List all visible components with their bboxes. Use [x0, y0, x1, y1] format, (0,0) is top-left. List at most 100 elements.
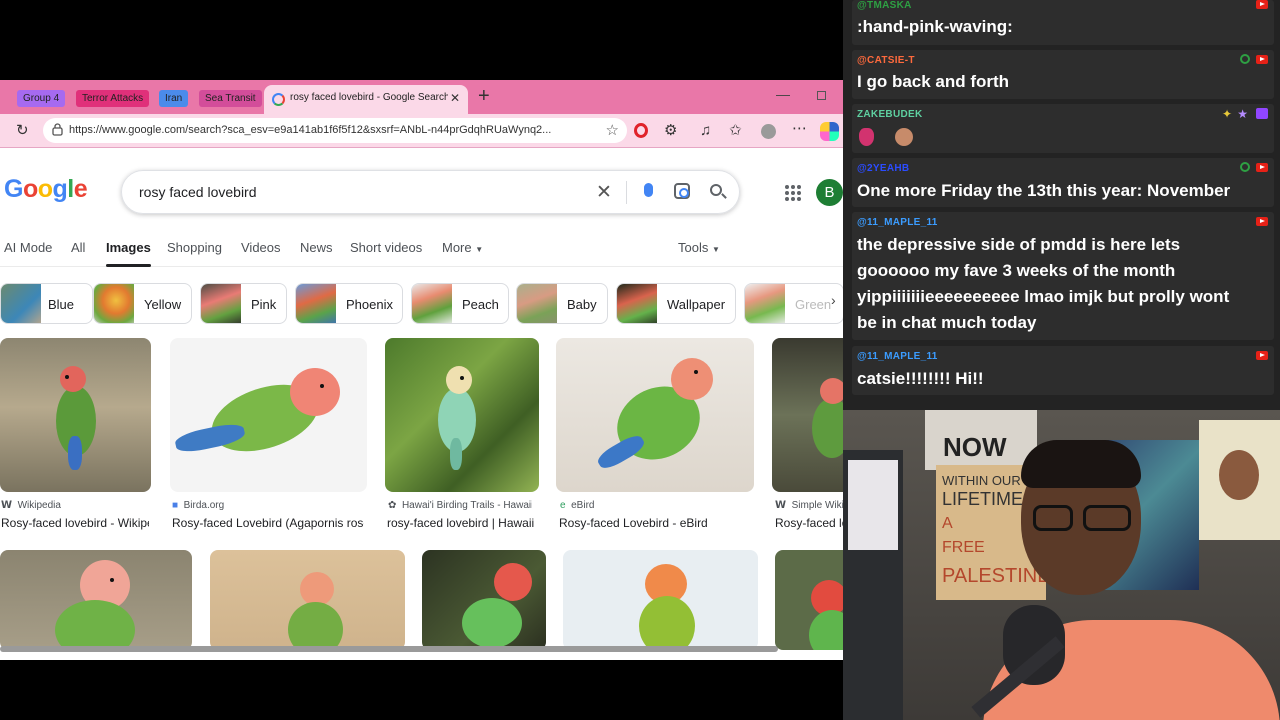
chip-pink[interactable]: Pink — [200, 283, 287, 324]
extensions-icon[interactable]: ⚙ — [664, 122, 677, 140]
chat-text-line: be in chat much today — [857, 313, 1037, 332]
close-tab-icon[interactable]: ✕ — [450, 91, 460, 105]
tab-group-1[interactable]: Group 4 — [17, 90, 66, 107]
recycle-icon — [1240, 54, 1250, 64]
tab-more[interactable]: More ▼ — [442, 240, 483, 255]
tab-images[interactable]: Images — [106, 240, 151, 267]
more-caret-icon: ▼ — [475, 245, 484, 254]
tools-button[interactable]: Tools ▼ — [678, 240, 720, 255]
copilot-icon[interactable] — [820, 122, 839, 141]
tab-short-videos[interactable]: Short videos — [350, 240, 422, 255]
person-hair — [1021, 440, 1141, 488]
result-image-5[interactable] — [772, 338, 843, 492]
chip-wallpaper[interactable]: Wallpaper — [616, 283, 736, 324]
favorites-icon[interactable]: ✩ — [729, 122, 742, 140]
account-avatar[interactable]: B — [816, 179, 843, 206]
tab-ai-mode[interactable]: AI Mode — [4, 240, 52, 255]
live-chat-overlay: @TMASKA :hand-pink-waving: @CATSIE-T I g… — [843, 0, 1280, 410]
result-caption-2[interactable]: Rosy-faced Lovebird (Agapornis roseicoll… — [172, 516, 364, 530]
chip-green[interactable]: Green — [744, 283, 843, 324]
result-image-7[interactable] — [210, 550, 405, 650]
bookmark-star-icon[interactable]: ☆ — [606, 121, 619, 139]
media-icon[interactable]: ♫ — [700, 122, 711, 140]
chat-text-line: yippiiiiiiieeeeeeeeee lmao imjk but prol… — [857, 287, 1230, 306]
chips-next-icon[interactable]: › — [831, 292, 836, 308]
tab-group-3[interactable]: Iran — [159, 90, 189, 107]
tab-shopping[interactable]: Shopping — [167, 240, 222, 255]
active-tab[interactable]: rosy faced lovebird - Google Search ✕ — [264, 85, 468, 114]
result-image-10[interactable] — [775, 550, 843, 650]
youtube-icon — [1256, 217, 1268, 226]
chat-text: I go back and forth — [857, 72, 1010, 91]
tab-group-4[interactable]: Sea Transit — [199, 90, 262, 107]
google-apps-icon[interactable] — [785, 185, 801, 201]
chat-message: @CATSIE-T I go back and forth — [852, 50, 1274, 99]
result-source-2[interactable]: ■ Birda.org — [172, 500, 367, 511]
tab-more-label: More — [442, 240, 472, 255]
chat-message: @11_MAPLE_11 the depressive side of pmdd… — [852, 212, 1274, 340]
result-image-8[interactable] — [422, 550, 546, 650]
poster: NOW — [925, 410, 1037, 470]
result-image-6[interactable] — [0, 550, 192, 650]
search-icon[interactable] — [710, 184, 722, 196]
google-results-page: Google rosy faced lovebird ✕ B AI Mode A… — [0, 148, 843, 660]
minimize-icon[interactable]: — — [776, 86, 790, 102]
voice-search-icon[interactable] — [644, 183, 653, 197]
result-caption-5[interactable]: Rosy-faced lovebird — [775, 516, 843, 530]
tab-videos[interactable]: Videos — [241, 240, 281, 255]
result-image-9[interactable] — [563, 550, 758, 650]
chip-yellow[interactable]: Yellow — [93, 283, 192, 324]
result-image-3[interactable] — [385, 338, 539, 492]
tab-group-2[interactable]: Terror Attacks — [76, 90, 150, 107]
comic-poster — [1199, 420, 1280, 540]
sign-line: WITHIN OUR — [942, 473, 1021, 488]
reload-icon[interactable]: ↻ — [16, 121, 29, 139]
chip-blue[interactable]: Blue — [0, 283, 93, 324]
sign-line: LIFETIME — [942, 489, 1024, 509]
glasses-right — [1083, 505, 1131, 531]
result-image-1[interactable] — [0, 338, 151, 492]
recycle-icon — [1240, 162, 1250, 172]
result-source-3[interactable]: ✿ Hawai'i Birding Trails - Hawaii — [388, 500, 532, 511]
chip-peach[interactable]: Peach — [411, 283, 509, 324]
badge-icon: ✦ — [1221, 107, 1232, 121]
youtube-icon — [1256, 55, 1268, 64]
sign-line: A — [942, 515, 953, 532]
search-input[interactable]: rosy faced lovebird — [139, 184, 257, 200]
new-tab-button[interactable]: + — [478, 85, 490, 108]
chat-username: @11_MAPLE_11 — [857, 217, 938, 228]
chat-username: @CATSIE-T — [857, 55, 915, 66]
star-badge-icon: ★ — [1237, 107, 1248, 121]
browser-toolbar: ↻ https://www.google.com/search?sca_esv=… — [0, 114, 843, 148]
chip-phoenix[interactable]: Phoenix — [295, 283, 403, 324]
horizontal-scrollbar[interactable] — [0, 646, 778, 652]
result-image-2[interactable] — [170, 338, 367, 492]
bird-illustration — [452, 558, 542, 648]
google-logo[interactable]: Google — [4, 175, 88, 204]
result-source-4[interactable]: e eBird — [560, 500, 750, 511]
bird-illustration — [40, 560, 160, 650]
site-info-icon[interactable] — [52, 123, 63, 136]
opera-extension-icon[interactable] — [634, 123, 648, 138]
lens-search-icon[interactable] — [674, 183, 690, 199]
chat-message: @11_MAPLE_11 catsie!!!!!!!! Hi!! — [852, 346, 1274, 395]
maximize-icon[interactable] — [817, 91, 826, 100]
result-source-1[interactable]: 𝗪 Wikipedia — [1, 500, 151, 511]
profile-icon[interactable] — [761, 124, 776, 139]
more-menu-icon[interactable]: ⋯ — [792, 120, 807, 138]
tab-news[interactable]: News — [300, 240, 333, 255]
bird-illustration — [586, 348, 736, 478]
tab-all[interactable]: All — [71, 240, 85, 255]
search-box[interactable]: rosy faced lovebird ✕ — [121, 170, 740, 214]
address-bar[interactable]: https://www.google.com/search?sca_esv=e9… — [43, 118, 627, 143]
tools-caret-icon: ▼ — [711, 245, 720, 254]
result-caption-3[interactable]: rosy-faced lovebird | Hawaii Birding Tra… — [387, 516, 537, 530]
clear-search-icon[interactable]: ✕ — [596, 181, 612, 204]
result-source-5[interactable]: 𝗪 Simple Wikipedia — [775, 500, 843, 511]
result-caption-1[interactable]: Rosy-faced lovebird - Wikipedia — [1, 516, 149, 530]
glasses-left — [1033, 505, 1073, 531]
result-caption-4[interactable]: Rosy-faced Lovebird - eBird — [559, 516, 749, 530]
chat-text: :hand-pink-waving: — [857, 17, 1013, 36]
chip-baby[interactable]: Baby — [516, 283, 608, 324]
result-image-4[interactable] — [556, 338, 754, 492]
